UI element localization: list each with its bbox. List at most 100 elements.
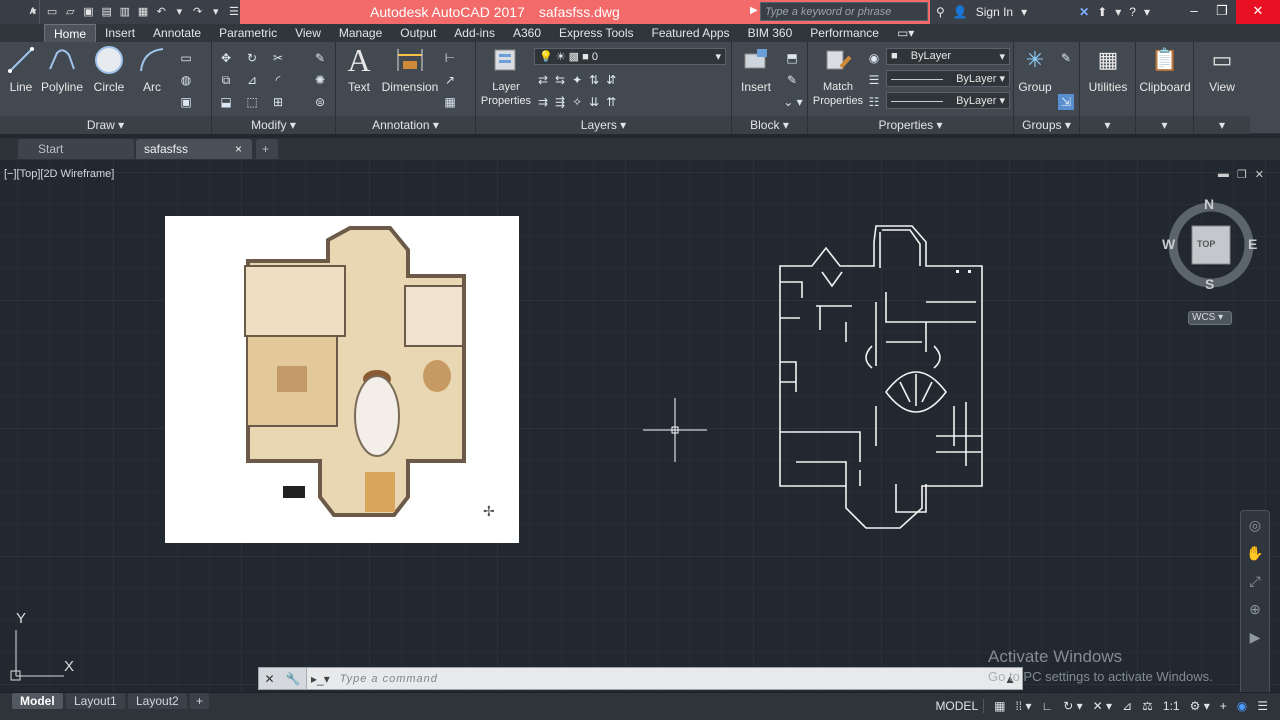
a360-icon[interactable]: ⬆ — [1097, 5, 1107, 19]
viewport-controls-label[interactable]: [−][Top][2D Wireframe] — [4, 168, 114, 180]
tab-output[interactable]: Output — [391, 24, 445, 42]
rectangle-icon[interactable]: ▭ — [178, 50, 194, 66]
linetype-dropdown[interactable]: ByLayer ▾ — [886, 70, 1010, 87]
dimension-button[interactable]: Dimension — [380, 44, 440, 94]
undo-icon[interactable]: ↶ — [155, 5, 167, 19]
zoom-extents-icon[interactable]: ⤢ — [1241, 567, 1269, 595]
ribbon-minimize-toggle-icon[interactable]: ▭▾ — [888, 24, 923, 42]
stay-connected-arrow-icon[interactable]: ▾ — [1115, 5, 1121, 19]
exchange-apps-icon[interactable]: ✕ — [1079, 5, 1089, 19]
arc-button[interactable]: Arc — [134, 44, 170, 94]
tab-manage[interactable]: Manage — [330, 24, 391, 42]
tab-home[interactable]: Home — [44, 24, 97, 42]
orbit-icon[interactable]: ⊕ — [1241, 595, 1269, 623]
compass-east[interactable]: E — [1248, 236, 1257, 252]
explode-icon[interactable]: ✺ — [312, 72, 328, 88]
tab-layout2[interactable]: Layout2 — [128, 693, 187, 709]
raster-floor-plan-image[interactable]: ✢ — [165, 216, 519, 543]
cloud-save-icon[interactable]: ▥ — [119, 5, 131, 19]
edit-block-icon[interactable]: ✎ — [784, 72, 800, 88]
new-tab-button[interactable]: + — [256, 139, 278, 159]
view-button[interactable]: ▭ View — [1198, 44, 1246, 94]
compass-north[interactable]: N — [1204, 196, 1214, 212]
properties-panel-title[interactable]: Properties ▾ — [808, 116, 1013, 134]
layer-tools-row2-icon[interactable]: ⇉⇶✧⇊⇈ — [538, 94, 688, 110]
clipboard-panel-expand[interactable]: ▾ — [1136, 116, 1193, 134]
move-icon[interactable]: ✥ — [218, 50, 234, 66]
tab-model[interactable]: Model — [12, 693, 63, 709]
help-icon[interactable]: ? — [1129, 5, 1136, 19]
utilities-panel-expand[interactable]: ▾ — [1080, 116, 1135, 134]
close-icon[interactable]: ✕ — [1236, 0, 1280, 24]
steering-wheel-icon[interactable]: ◎ — [1241, 511, 1269, 539]
maximize-icon[interactable]: ❐ — [1208, 0, 1236, 24]
tab-performance[interactable]: Performance — [801, 24, 888, 42]
scale-icon[interactable]: ⬚ — [244, 94, 260, 110]
help-arrow-icon[interactable]: ▾ — [1144, 5, 1150, 19]
wcs-dropdown[interactable]: WCS ▾ — [1188, 311, 1232, 325]
block-panel-title[interactable]: Block ▾ — [732, 116, 807, 134]
vp-close-icon[interactable]: ✕ — [1255, 168, 1264, 181]
osnap-icon[interactable]: ✕ ▾ — [1093, 699, 1112, 713]
command-history-icon[interactable]: ▸_▾ — [307, 672, 334, 686]
fillet-icon[interactable]: ◜ — [270, 72, 286, 88]
search-expand-icon[interactable]: ▶ — [750, 5, 758, 16]
open-file-icon[interactable]: ▱ — [64, 5, 76, 19]
workspace-gear-icon[interactable]: ⚙ ▾ — [1190, 699, 1210, 713]
circle-button[interactable]: Circle — [90, 44, 128, 94]
mirror-icon[interactable]: ⊿ — [244, 72, 260, 88]
sign-in-arrow-icon[interactable]: ▾ — [1021, 5, 1027, 19]
array-icon[interactable]: ⊞ — [270, 94, 286, 110]
binoculars-icon[interactable]: ⚲ — [936, 5, 945, 19]
tab-add-ins[interactable]: Add-ins — [445, 24, 504, 42]
viewcube[interactable]: N S W E TOP — [1162, 196, 1258, 292]
group-selection-icon[interactable]: ⇲ — [1058, 94, 1074, 110]
linetype-icon[interactable]: ☷ — [866, 94, 882, 110]
customize-command-icon[interactable]: 🔧 — [286, 672, 301, 686]
match-properties-button[interactable]: Match Properties — [812, 44, 864, 108]
create-block-icon[interactable]: ⬒ — [784, 50, 800, 66]
redo-dropdown-icon[interactable]: ▾ — [210, 5, 222, 19]
copy-icon[interactable]: ⧉ — [218, 72, 234, 88]
block-attributes-icon[interactable]: ⌄ ▾ — [780, 94, 806, 110]
tab-view[interactable]: View — [286, 24, 330, 42]
view-panel-expand[interactable]: ▾ — [1194, 116, 1250, 134]
user-icon[interactable]: 👤 — [953, 5, 968, 19]
region-icon[interactable]: ▣ — [178, 94, 194, 110]
stretch-icon[interactable]: ⬓ — [218, 94, 234, 110]
tab-express-tools[interactable]: Express Tools — [550, 24, 642, 42]
offset-icon[interactable]: ⊜ — [312, 94, 328, 110]
insert-button[interactable]: Insert — [736, 44, 776, 94]
plus-icon[interactable]: + — [1220, 699, 1227, 713]
compass-west[interactable]: W — [1162, 236, 1175, 252]
close-command-line-icon[interactable]: ✕ — [264, 672, 274, 686]
ungroup-icon[interactable]: ✎ — [1058, 50, 1074, 66]
undo-dropdown-icon[interactable]: ▾ — [173, 5, 185, 19]
polyline-button[interactable]: Polyline — [40, 44, 84, 94]
new-file-icon[interactable]: ▭ — [46, 5, 58, 19]
isolate-objects-icon[interactable]: ◉ — [1237, 699, 1247, 713]
tab-insert[interactable]: Insert — [96, 24, 144, 42]
drawing-tab[interactable]: safasfss × — [136, 139, 252, 159]
annotation-scale-value[interactable]: 1:1 — [1163, 699, 1180, 713]
compass-south[interactable]: S — [1205, 276, 1214, 292]
vector-floor-plan[interactable] — [776, 222, 1006, 532]
groups-panel-title[interactable]: Groups ▾ — [1014, 116, 1079, 134]
close-tab-icon[interactable]: × — [235, 139, 242, 159]
vp-restore-icon[interactable]: ❐ — [1237, 168, 1247, 181]
help-search-input[interactable]: Type a keyword or phrase — [760, 2, 928, 21]
drawing-canvas[interactable]: [−][Top][2D Wireframe] ▬ ❐ ✕ ✢ Y X N S W… — [0, 160, 1280, 710]
grid-icon[interactable]: ▦ — [994, 699, 1005, 713]
rotate-icon[interactable]: ↻ — [244, 50, 260, 66]
polar-icon[interactable]: ↻ ▾ — [1063, 699, 1082, 713]
layer-tools-row1-icon[interactable]: ⇄⇆✦⇅⇵ — [538, 72, 688, 88]
customize-qat-icon[interactable]: ☰ — [228, 5, 240, 19]
layer-properties-button[interactable]: Layer Properties — [478, 44, 534, 108]
ortho-icon[interactable]: ∟ — [1042, 699, 1054, 713]
pan-icon[interactable]: ✋ — [1241, 539, 1269, 567]
text-button[interactable]: A Text — [342, 42, 376, 95]
lineweight-toggle-icon[interactable]: ⊿ — [1122, 699, 1132, 713]
showmotion-icon[interactable]: ▶ — [1241, 623, 1269, 651]
group-button[interactable]: ✳ Group — [1016, 44, 1054, 94]
layers-panel-title[interactable]: Layers ▾ — [476, 116, 731, 134]
